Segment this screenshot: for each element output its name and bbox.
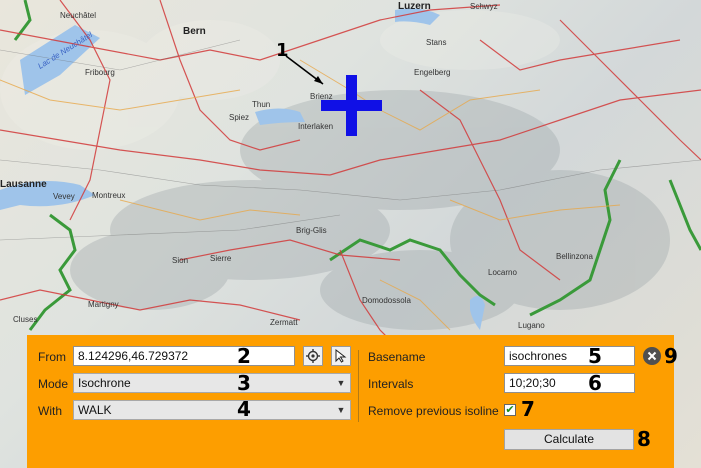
callout-number-5: 5 (588, 344, 602, 368)
crosshair-icon (306, 349, 320, 363)
basename-label: Basename (368, 350, 426, 364)
map-label: Spiez (229, 113, 250, 122)
map-label: Lugano (518, 321, 545, 330)
clear-button[interactable] (643, 347, 661, 365)
mode-select-value: Isochrone (78, 376, 131, 390)
with-label: With (38, 404, 62, 418)
callout-number-4: 4 (237, 397, 251, 421)
from-label: From (38, 350, 66, 364)
map-label: Martigny (88, 300, 119, 309)
map-label: Fribourg (85, 68, 115, 77)
callout-number-9: 9 (664, 344, 678, 368)
map-label: Neuchâtel (60, 11, 97, 20)
intervals-label: Intervals (368, 377, 414, 391)
calculate-button[interactable]: Calculate (504, 429, 634, 450)
map-label: Zermatt (270, 318, 298, 327)
chevron-down-icon: ▼ (336, 378, 346, 388)
mode-select[interactable]: Isochrone ▼ (73, 373, 351, 393)
callout-number-7: 7 (521, 397, 535, 421)
mode-label: Mode (38, 377, 69, 391)
basename-input[interactable]: isochrones (504, 346, 635, 366)
map-label: Sion (172, 256, 189, 265)
map-label: Brig-Glis (296, 226, 327, 235)
map-label: Brienz (310, 92, 333, 101)
map-label: Engelberg (414, 68, 451, 77)
target-locate-button[interactable] (303, 346, 323, 366)
map-label: Interlaken (298, 122, 334, 131)
map-label: Domodossola (362, 296, 411, 305)
panel-divider (358, 350, 359, 422)
callout-number-6: 6 (588, 371, 602, 395)
cursor-arrow-icon (335, 349, 347, 363)
map-label: Schwyz (470, 2, 498, 11)
map-label: Stans (426, 38, 447, 47)
lake-maggiore-shape (470, 296, 485, 330)
isochrone-panel: From 8.124296,46.729372 2 Mode Isochrone… (27, 335, 678, 468)
map-label: Bellinzona (556, 252, 593, 261)
map-label: Locarno (488, 268, 517, 277)
map-label: Vevey (53, 192, 75, 201)
with-select[interactable]: WALK ▼ (73, 400, 351, 420)
map-label: Cluses (13, 315, 38, 324)
intervals-input[interactable]: 10;20;30 (504, 373, 635, 393)
remove-previous-checkbox[interactable]: ✔ (504, 404, 516, 416)
callout-number-1: 1 (276, 40, 289, 61)
from-coordinates-input[interactable]: 8.124296,46.729372 (73, 346, 295, 366)
map-label: Montreux (92, 191, 126, 200)
callout-number-8: 8 (637, 427, 651, 451)
map-label: Thun (252, 100, 271, 109)
close-icon (647, 351, 657, 361)
chevron-down-icon: ▼ (336, 405, 346, 415)
pick-on-map-button[interactable] (331, 346, 351, 366)
map-label: Luzern (398, 1, 431, 12)
map-label: Lausanne (0, 179, 47, 190)
map-label: Sierre (210, 254, 232, 263)
with-select-value: WALK (78, 403, 112, 417)
remove-previous-label: Remove previous isoline (368, 404, 499, 418)
map-label: Bern (183, 26, 206, 37)
callout-number-2: 2 (237, 344, 251, 368)
location-marker-horizontal (321, 100, 382, 111)
callout-number-3: 3 (237, 371, 251, 395)
